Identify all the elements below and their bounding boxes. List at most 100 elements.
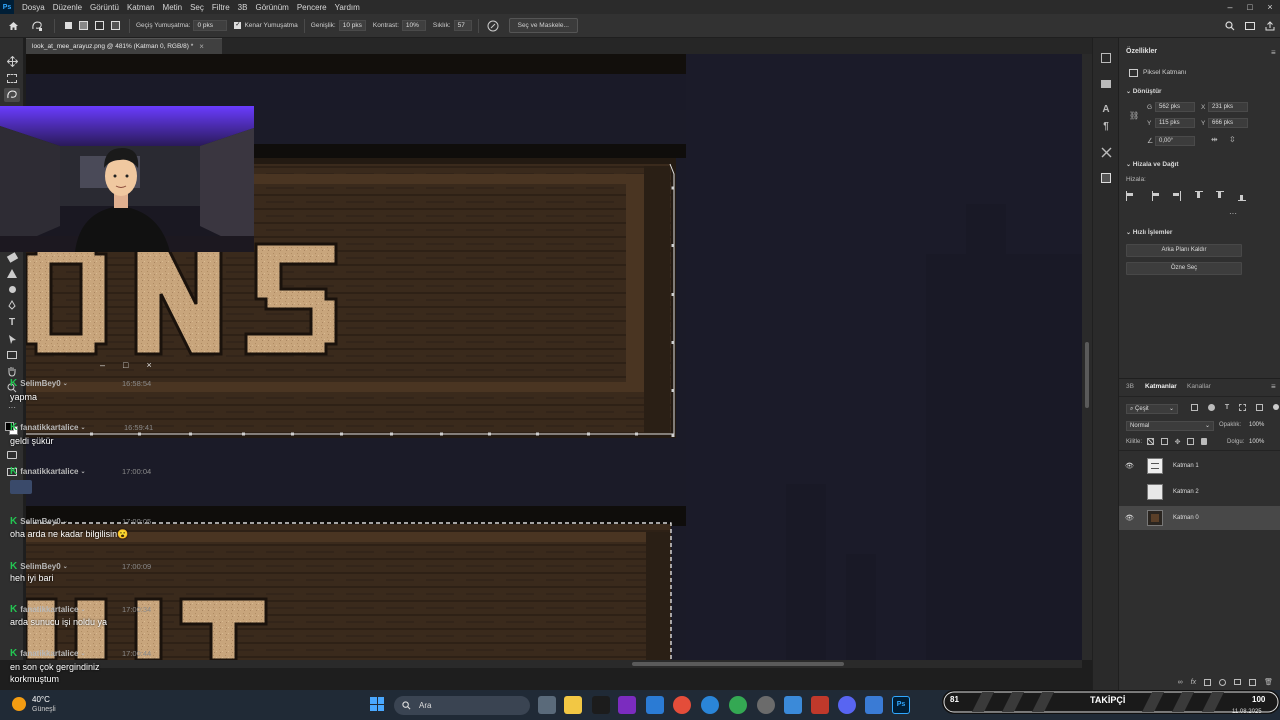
character-icon[interactable]: A — [1100, 103, 1112, 115]
align-left-icon[interactable] — [1126, 191, 1134, 201]
lock-transparent-icon[interactable] — [1147, 438, 1154, 445]
frequency-input[interactable]: 57 — [453, 20, 472, 31]
gradient-tool-icon[interactable] — [4, 266, 20, 280]
app-red-icon[interactable] — [673, 696, 691, 714]
angle-input[interactable]: 0,00° — [1155, 136, 1195, 146]
contrast-input[interactable]: 10% — [401, 20, 426, 31]
photoshop-taskbar-icon[interactable]: Ps — [892, 696, 910, 714]
app-news-icon[interactable] — [811, 696, 829, 714]
taskbar-search[interactable]: Ara — [394, 696, 530, 715]
path-selection-icon[interactable] — [4, 332, 20, 346]
scrollbar-thumb[interactable] — [632, 662, 844, 666]
filter-smart-icon[interactable] — [1256, 404, 1264, 411]
close-icon[interactable]: × — [1260, 2, 1280, 12]
align-right-icon[interactable] — [1173, 191, 1182, 201]
feather-input[interactable]: 0 pks — [193, 20, 228, 31]
app-settings-icon[interactable] — [757, 696, 775, 714]
history-icon[interactable] — [1100, 52, 1112, 64]
chat-close-icon[interactable]: × — [146, 360, 151, 372]
menu-select[interactable]: Seç — [186, 3, 208, 12]
blend-mode-select[interactable]: Normal ⌄ — [1126, 421, 1214, 431]
document-tab-close-icon[interactable]: × — [199, 42, 204, 51]
chat-username[interactable]: K SelimBey0 ⌄ — [10, 378, 68, 389]
opacity-input[interactable]: 100% — [1249, 422, 1264, 428]
lock-image-icon[interactable] — [1160, 438, 1168, 445]
discord-icon[interactable] — [838, 696, 856, 714]
workspace-icon[interactable] — [1240, 17, 1260, 35]
chat-username[interactable]: Kfanatikkartalice ⌄ — [10, 604, 86, 615]
tab-channels[interactable]: Kanallar — [1187, 383, 1211, 390]
fill-input[interactable]: 100% — [1249, 439, 1264, 445]
home-icon[interactable] — [0, 17, 26, 35]
document-tab[interactable]: look_at_mee_arayuz.png @ 481% (Katman 0,… — [26, 38, 222, 54]
new-selection-icon[interactable] — [61, 17, 75, 35]
more-options-icon[interactable]: ··· — [1229, 209, 1237, 218]
windows-start-icon[interactable] — [370, 697, 384, 711]
chat-username[interactable]: Kfanatikkartalice ⌄ — [10, 648, 86, 659]
tab-layers[interactable]: Katmanlar — [1145, 383, 1177, 390]
add-mask-icon[interactable] — [1204, 678, 1212, 686]
lasso-tool-icon[interactable] — [4, 88, 20, 102]
menu-filter[interactable]: Filtre — [208, 3, 234, 12]
panel-menu-icon[interactable]: ≡ — [1271, 48, 1276, 57]
dodge-tool-icon[interactable] — [4, 282, 20, 296]
chat-minimize-icon[interactable]: – — [100, 360, 105, 372]
align-bottom-icon[interactable] — [1237, 191, 1246, 201]
adjustments-icon[interactable] — [1100, 146, 1112, 158]
select-subject-button[interactable]: Özne Seç — [1126, 262, 1242, 275]
layer-row[interactable]: 👁 Katman 1 — [1119, 454, 1271, 478]
magnetic-lasso-icon[interactable] — [26, 17, 48, 35]
visibility-eye-icon[interactable]: 👁 — [1125, 514, 1137, 522]
chat-maximize-icon[interactable]: □ — [123, 360, 128, 372]
hand-tool-icon[interactable] — [4, 364, 20, 378]
intersect-selection-icon[interactable] — [107, 17, 123, 35]
eraser-tool-icon[interactable] — [4, 250, 20, 264]
align-section[interactable]: ⌄ Hizala ve Dağıt — [1126, 161, 1179, 168]
width-input[interactable]: 562 pks — [1155, 102, 1195, 112]
libraries-icon[interactable] — [1100, 78, 1112, 90]
filter-shape-icon[interactable] — [1239, 404, 1247, 411]
layer-row[interactable]: Katman 2 — [1119, 480, 1271, 504]
menu-3d[interactable]: 3B — [234, 3, 252, 12]
filter-type-icon[interactable]: T — [1225, 404, 1229, 414]
edge-icon[interactable] — [701, 696, 719, 714]
vertical-scrollbar[interactable] — [1082, 54, 1092, 660]
transform-section[interactable]: ⌄ Dönüştür — [1126, 88, 1162, 95]
menu-layer[interactable]: Katman — [123, 3, 159, 12]
more-tools-icon[interactable]: ··· — [4, 400, 20, 414]
vscode-icon[interactable] — [646, 696, 664, 714]
quick-actions-section[interactable]: ⌄ Hızlı İşlemler — [1126, 229, 1172, 236]
chat-username[interactable]: Kfanatikkartalice ⌄ — [10, 422, 86, 433]
width-input[interactable]: 10 pks — [338, 20, 366, 31]
antialias-checkbox[interactable]: ✓ — [234, 22, 242, 29]
visibility-eye-icon[interactable]: 👁 — [1125, 462, 1137, 470]
maximize-icon[interactable]: □ — [1240, 2, 1260, 12]
marquee-tool-icon[interactable] — [4, 71, 20, 85]
lock-artboard-icon[interactable] — [1187, 438, 1195, 445]
search-icon[interactable] — [1220, 17, 1240, 35]
align-center-h-icon[interactable] — [1151, 191, 1160, 201]
filter-adjustment-icon[interactable] — [1207, 404, 1215, 411]
menu-image[interactable]: Görüntü — [86, 3, 123, 12]
x-input[interactable]: 231 pks — [1208, 102, 1248, 112]
lock-position-icon[interactable]: ✥ — [1175, 438, 1181, 446]
lock-all-icon[interactable] — [1201, 438, 1207, 445]
chrome-icon[interactable] — [729, 696, 747, 714]
new-layer-icon[interactable] — [1249, 678, 1257, 686]
link-icon[interactable]: ⛓ — [1129, 111, 1139, 120]
menu-type[interactable]: Metin — [159, 3, 187, 12]
epic-games-icon[interactable] — [592, 696, 610, 714]
adjustment-layer-icon[interactable] — [1219, 678, 1227, 686]
align-top-icon[interactable] — [1194, 191, 1203, 201]
flip-horizontal-icon[interactable]: ⇹ — [1211, 135, 1218, 144]
link-layers-icon[interactable]: ∞ — [1178, 679, 1183, 686]
delete-layer-icon[interactable]: 🗑 — [1264, 678, 1273, 686]
rectangle-tool-icon[interactable] — [4, 348, 20, 362]
panel-menu-icon[interactable]: ≡ — [1271, 382, 1276, 391]
pen-tool-icon[interactable] — [4, 298, 20, 312]
move-tool-icon[interactable] — [4, 54, 20, 68]
remove-background-button[interactable]: Arka Planı Kaldır — [1126, 244, 1242, 257]
filter-pixel-icon[interactable] — [1191, 404, 1198, 411]
horizontal-scrollbar[interactable] — [26, 660, 1082, 668]
notepad-icon[interactable] — [784, 696, 802, 714]
